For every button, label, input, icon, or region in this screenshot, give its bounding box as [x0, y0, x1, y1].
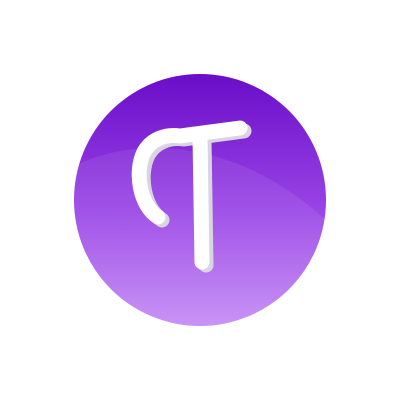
logo-svg [74, 74, 326, 326]
letter-t-logo-icon: T [72, 72, 328, 328]
letter-t-stem [192, 128, 210, 270]
logo-letter-text: T [72, 328, 73, 329]
app-icon-canvas: T [0, 0, 400, 400]
